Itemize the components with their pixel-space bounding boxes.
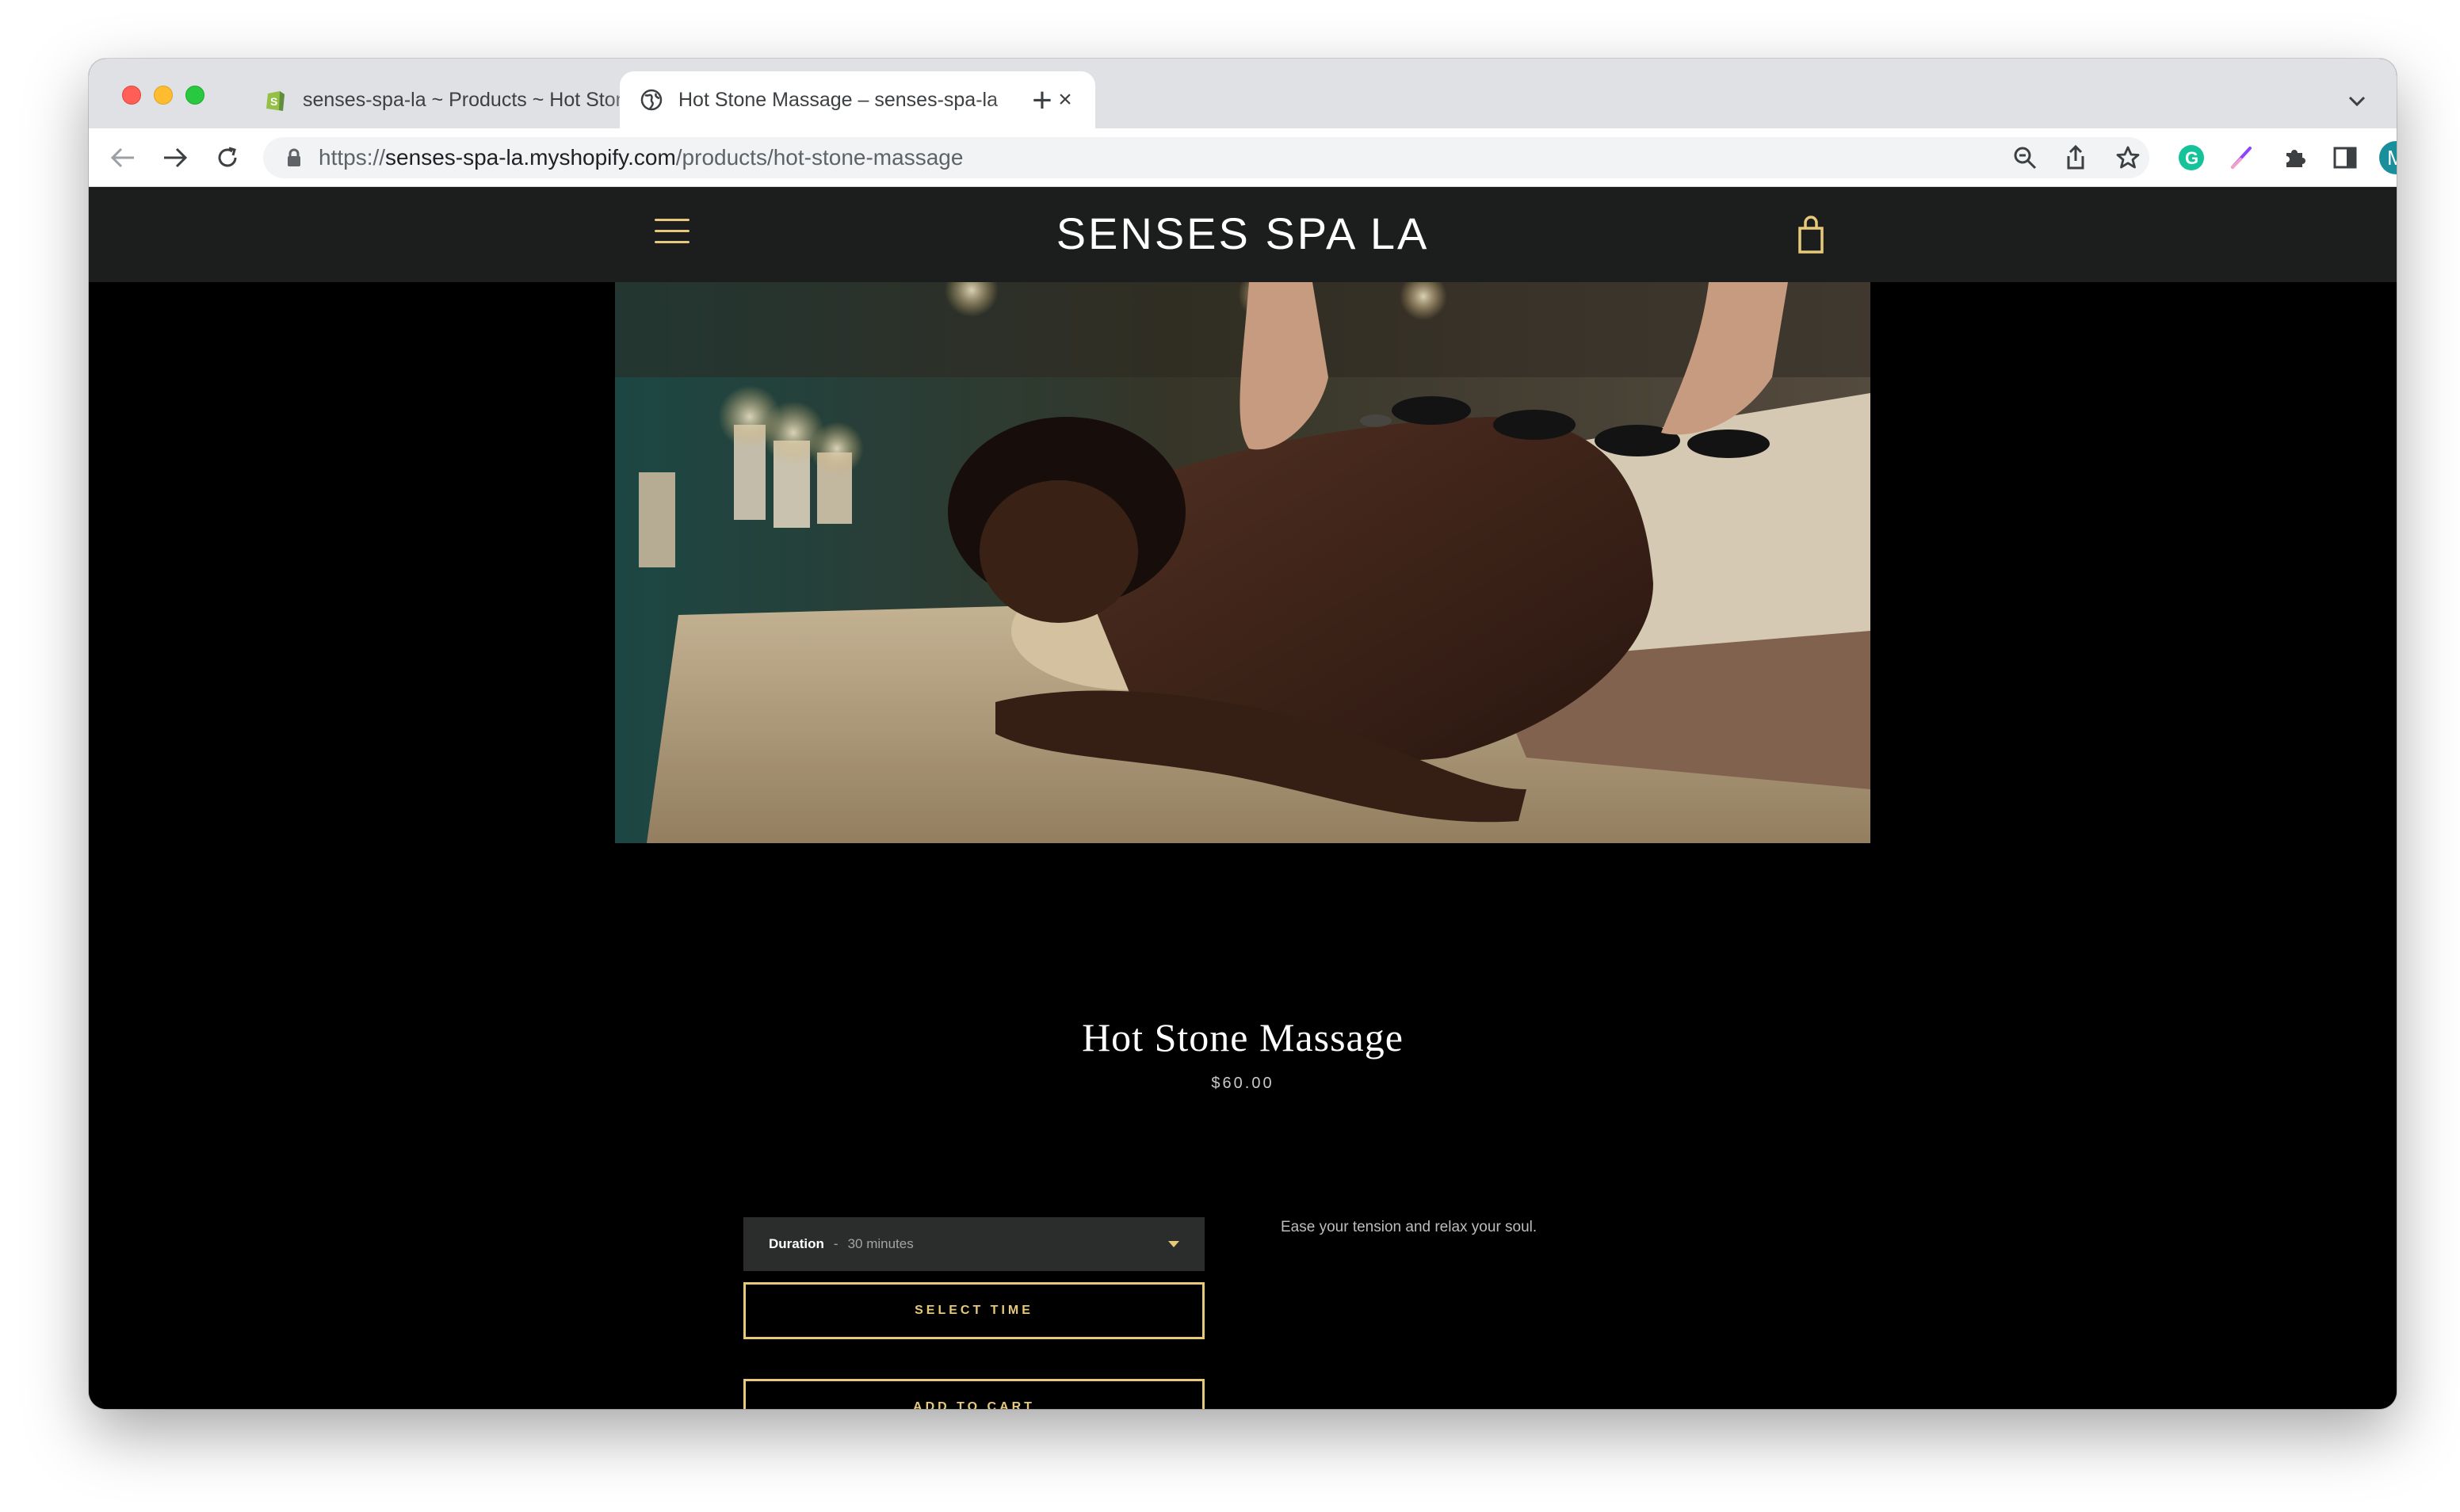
cart-bag-icon[interactable] [1791, 214, 1831, 255]
browser-window: S senses-spa-la ~ Products ~ Hot Stone M… [89, 59, 2397, 1409]
tab-strip: S senses-spa-la ~ Products ~ Hot Stone M… [89, 59, 2397, 128]
close-window-button[interactable] [122, 86, 141, 105]
pen-extension-icon[interactable] [2225, 141, 2259, 174]
zoom-window-button[interactable] [185, 86, 204, 105]
variant-label: Duration [769, 1236, 824, 1251]
zoom-icon[interactable] [2008, 141, 2042, 174]
url-text[interactable]: https://senses-spa-la.myshopify.com/prod… [319, 145, 963, 170]
reload-icon[interactable] [209, 139, 246, 176]
tab-search-chevron-down-icon[interactable] [2341, 86, 2373, 117]
lock-icon[interactable] [284, 147, 304, 168]
tab-title: Hot Stone Massage – senses-spa-la [678, 88, 998, 111]
add-to-cart-button[interactable]: ADD TO CART [743, 1379, 1205, 1409]
share-icon[interactable] [2059, 141, 2092, 174]
address-bar[interactable]: https://senses-spa-la.myshopify.com/prod… [263, 137, 2149, 178]
new-tab-button[interactable]: + [1022, 81, 1062, 120]
duration-select[interactable]: Duration - 30 minutes [743, 1217, 1205, 1271]
bookmark-star-icon[interactable] [2111, 141, 2145, 174]
forward-arrow-icon[interactable] [157, 139, 193, 176]
globe-icon [639, 87, 664, 113]
profile-avatar[interactable]: M [2379, 141, 2397, 174]
grammarly-extension-icon[interactable]: G [2175, 141, 2208, 174]
product-price: $60.00 [1211, 1075, 1274, 1092]
variant-value: 30 minutes [847, 1236, 914, 1251]
shopify-icon: S [263, 87, 288, 113]
select-time-button[interactable]: SELECT TIME [743, 1282, 1205, 1339]
web-page: SENSES SPA LA Hot Stone Massage $60.00 D… [89, 187, 2397, 1409]
product-description: Ease your tension and relax your soul. [1281, 1219, 1538, 1235]
site-logo[interactable]: SENSES SPA LA [89, 208, 2397, 259]
svg-text:G: G [2185, 148, 2198, 168]
site-header: SENSES SPA LA [89, 187, 2397, 282]
caret-down-icon [1168, 1241, 1179, 1247]
back-arrow-icon[interactable] [105, 139, 141, 176]
product-title: Hot Stone Massage [1082, 1015, 1404, 1060]
product-hero-image [615, 282, 1870, 843]
side-panel-icon[interactable] [2328, 141, 2362, 174]
extensions-puzzle-icon[interactable] [2278, 141, 2311, 174]
variant-separator: - [833, 1236, 838, 1251]
tab-title: senses-spa-la ~ Products ~ Hot Stone Mas… [303, 88, 656, 111]
minimize-window-button[interactable] [154, 86, 173, 105]
svg-text:S: S [270, 95, 277, 108]
browser-toolbar: https://senses-spa-la.myshopify.com/prod… [89, 128, 2397, 187]
